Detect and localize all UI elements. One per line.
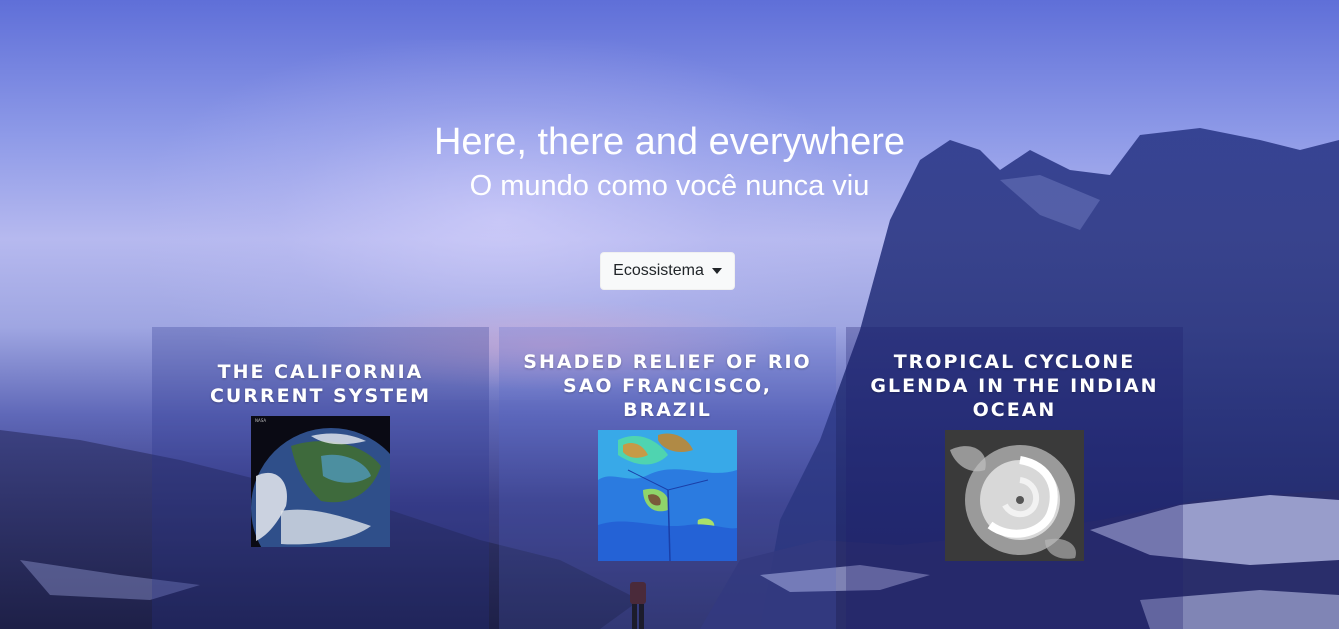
cyclone-image[interactable] [945,430,1084,561]
card-title: SHADED RELIEF OF RIO SAO FRANCISCO, BRAZ… [523,351,812,421]
card-cyclone-glenda[interactable]: TROPICAL CYCLONE GLENDA IN THE INDIAN OC… [846,327,1183,629]
page-subtitle: O mundo como você nunca viu [469,170,870,202]
card-title: TROPICAL CYCLONE GLENDA IN THE INDIAN OC… [870,351,1159,421]
hiker-figure [630,582,646,629]
hero-header: Here, there and everywhere O mundo como … [0,118,1339,206]
satellite-earth-image[interactable]: NASA [251,415,390,547]
ecosystem-dropdown-button[interactable]: Ecossistema [600,252,735,290]
card-rio-sao-francisco[interactable]: SHADED RELIEF OF RIO SAO FRANCISCO, BRAZ… [499,327,836,629]
page-background: THE CALIFORNIA CURRENT SYSTEM NASA SHADE… [0,0,1339,629]
page-title: Here, there and everywhere [433,121,906,163]
relief-map-image[interactable] [598,430,737,561]
caret-down-icon [711,268,722,274]
card-california-current[interactable]: THE CALIFORNIA CURRENT SYSTEM NASA [152,327,489,629]
dropdown-label: Ecossistema [613,262,704,279]
svg-text:NASA: NASA [255,418,266,423]
card-title: THE CALIFORNIA CURRENT SYSTEM [209,360,432,407]
card-row: THE CALIFORNIA CURRENT SYSTEM NASA SHADE… [152,327,1183,629]
